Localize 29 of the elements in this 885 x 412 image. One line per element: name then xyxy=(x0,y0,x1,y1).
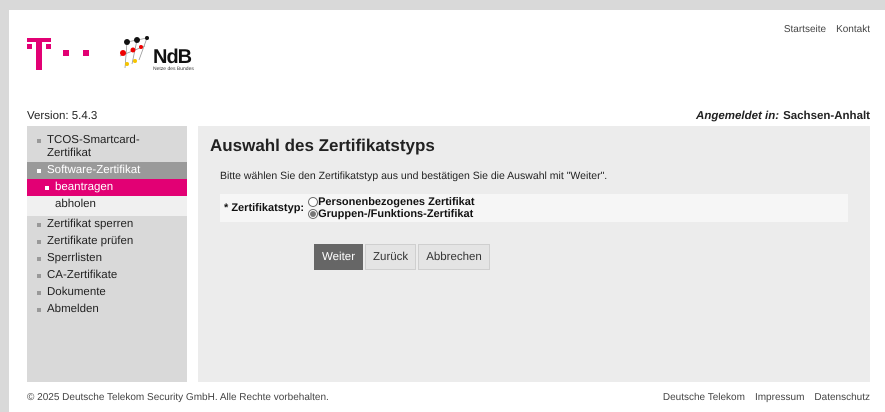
login-label: Angemeldet in: xyxy=(696,110,780,122)
sidebar-item[interactable]: Dokumente xyxy=(27,284,187,301)
sidebar-item[interactable]: Abmelden xyxy=(27,301,187,318)
radio-button[interactable] xyxy=(308,209,318,219)
copyright-text: © 2025 Deutsche Telekom Security GmbH. Alle Rechte vorbehalten. xyxy=(27,392,329,402)
page-title: Auswahl des Zertifikatstyps xyxy=(210,136,436,156)
logo-text: NdB xyxy=(153,48,192,66)
sidebar-item[interactable]: Zertifikate prüfen xyxy=(27,233,187,250)
instruction-text: Bitte wählen Sie den Zertifikatstyp aus und bestätigen Sie die Auswahl mit "Weiter". xyxy=(220,170,608,182)
version-text: Version: 5.4.3 xyxy=(27,110,98,122)
radio-button[interactable] xyxy=(308,197,318,207)
sidebar-subitem[interactable]: beantragen xyxy=(27,179,187,196)
sidebar-subitem[interactable]: abholen xyxy=(27,196,187,213)
next-button[interactable]: Weiter xyxy=(314,244,364,270)
footer-link[interactable]: Impressum xyxy=(754,392,804,402)
field-label: * Zertifikatstyp: xyxy=(224,202,304,214)
sidebar-item[interactable]: Zertifikat sperren xyxy=(27,216,187,233)
footer-link[interactable]: Deutsche Telekom xyxy=(662,392,745,402)
option-label: Personenbezogenes Zertifikat xyxy=(318,196,475,208)
sidebar-item[interactable]: Sperrlisten xyxy=(27,250,187,267)
secondary-button[interactable]: Abbrechen xyxy=(418,244,490,270)
footer-link[interactable]: Datenschutz xyxy=(814,392,870,402)
secondary-button[interactable]: Zurück xyxy=(365,244,416,270)
sidebar-item[interactable]: CA-Zertifikate xyxy=(27,267,187,284)
sidebar-item[interactable]: TCOS-Smartcard-Zertifikat xyxy=(27,132,187,162)
header-link[interactable]: Startseite xyxy=(784,24,826,100)
login-value: Sachsen-Anhalt xyxy=(783,110,870,122)
option-label: Gruppen-/Funktions-Zertifikat xyxy=(318,208,474,220)
header-link[interactable]: Kontakt xyxy=(836,24,870,100)
